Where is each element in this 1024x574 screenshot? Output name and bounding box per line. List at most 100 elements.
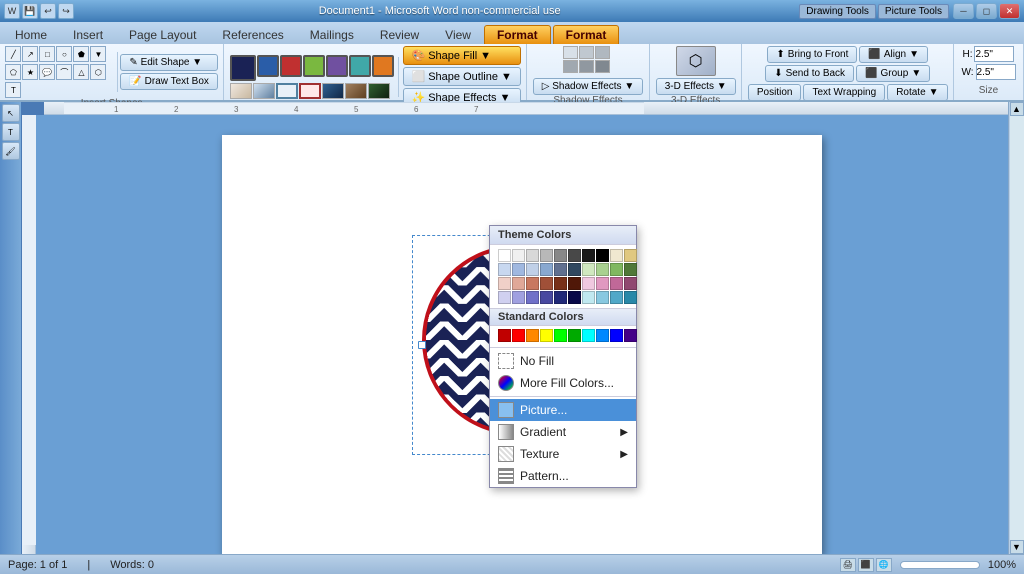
theme-color-cell[interactable] (554, 277, 567, 290)
theme-color-cell[interactable] (540, 249, 553, 262)
star-tool[interactable]: ★ (22, 64, 38, 80)
gradient-item[interactable]: Gradient ▶ (490, 421, 636, 443)
theme-color-cell[interactable] (540, 291, 553, 304)
quick-undo[interactable]: ↩ (40, 3, 56, 19)
close-button[interactable]: ✕ (999, 3, 1020, 19)
3d-effects-btn[interactable]: 3-D Effects ▼ (656, 78, 736, 95)
shadow-5[interactable] (595, 60, 610, 73)
scroll-up[interactable]: ▲ (1010, 102, 1024, 116)
theme-color-cell[interactable] (596, 249, 609, 262)
tab-view[interactable]: View (432, 25, 484, 44)
callout-tool[interactable]: 💬 (39, 64, 55, 80)
tool-text[interactable]: T (2, 123, 20, 141)
theme-color-cell[interactable] (568, 277, 581, 290)
view-full[interactable]: ⬛ (858, 558, 874, 572)
ellipse-tool[interactable]: ○ (56, 46, 72, 62)
theme-color-cell[interactable] (512, 277, 525, 290)
std-color-cell[interactable] (512, 329, 525, 342)
theme-color-cell[interactable] (624, 291, 637, 304)
tab-format-picture[interactable]: Format (553, 25, 620, 44)
theme-color-cell[interactable] (568, 249, 581, 262)
tab-review[interactable]: Review (367, 25, 432, 44)
style4[interactable] (299, 83, 321, 99)
std-color-cell[interactable] (554, 329, 567, 342)
theme-color-cell[interactable] (498, 249, 511, 262)
theme-color-cell[interactable] (610, 249, 623, 262)
3d-preview[interactable]: ⬡ (676, 46, 716, 76)
theme-color-cell[interactable] (512, 263, 525, 276)
shadow-3[interactable] (563, 60, 578, 73)
std-color-cell[interactable] (610, 329, 623, 342)
theme-color-cell[interactable] (624, 277, 637, 290)
theme-color-cell[interactable] (554, 263, 567, 276)
tab-home[interactable]: Home (2, 25, 60, 44)
std-color-cell[interactable] (540, 329, 553, 342)
std-color-cell[interactable] (498, 329, 511, 342)
std-color-cell[interactable] (624, 329, 637, 342)
tab-references[interactable]: References (209, 25, 296, 44)
swatch-red[interactable] (280, 55, 302, 77)
scrollbar-vertical[interactable]: ▲ ▼ (1008, 102, 1024, 554)
curve-tool[interactable]: ⌒ (56, 64, 72, 80)
theme-color-cell[interactable] (540, 277, 553, 290)
view-print[interactable]: 🖨 (840, 558, 856, 572)
custom-tool[interactable]: ⬡ (90, 64, 106, 80)
send-to-back-btn[interactable]: ⬇ Send to Back (765, 65, 854, 82)
shadow-1[interactable] (579, 46, 594, 59)
swatch-purple[interactable] (326, 55, 348, 77)
text-wrapping-btn[interactable]: Text Wrapping (803, 84, 885, 101)
shadow-effects-btn[interactable]: ▷ Shadow Effects ▼ (533, 78, 643, 95)
quick-redo[interactable]: ↪ (58, 3, 74, 19)
theme-color-cell[interactable] (498, 291, 511, 304)
draw-textbox-btn[interactable]: 📝 Draw Text Box (120, 73, 218, 90)
width-input[interactable] (976, 64, 1016, 80)
pattern-item[interactable]: Pattern... (490, 465, 636, 487)
group-btn[interactable]: ⬛ Group ▼ (856, 65, 930, 82)
theme-color-cell[interactable] (554, 291, 567, 304)
swatch-blue[interactable] (257, 55, 279, 77)
tab-format-drawing[interactable]: Format (484, 25, 551, 44)
swatch-lime[interactable] (303, 55, 325, 77)
style2[interactable] (253, 83, 275, 99)
quick-save[interactable]: 💾 (22, 3, 38, 19)
shadow-none[interactable] (563, 46, 578, 59)
std-color-cell[interactable] (526, 329, 539, 342)
scroll-down[interactable]: ▼ (1010, 540, 1024, 554)
theme-color-cell[interactable] (610, 277, 623, 290)
theme-color-cell[interactable] (568, 291, 581, 304)
align-btn[interactable]: ⬛ Align ▼ (859, 46, 928, 63)
swatch-teal[interactable] (349, 55, 371, 77)
shadow-4[interactable] (579, 60, 594, 73)
theme-color-cell[interactable] (568, 263, 581, 276)
tool-paint[interactable]: 🖌 (2, 142, 20, 160)
picture-item[interactable]: Picture... (490, 399, 636, 421)
handle-left[interactable] (418, 341, 426, 349)
style6[interactable] (345, 83, 367, 99)
theme-color-cell[interactable] (596, 291, 609, 304)
theme-color-cell[interactable] (498, 263, 511, 276)
text-tool[interactable]: T (5, 82, 21, 98)
edit-shape-btn[interactable]: ✎ Edit Shape ▼ (120, 54, 218, 71)
drawing-tools-tab[interactable]: Drawing Tools (799, 4, 876, 19)
shadow-2[interactable] (595, 46, 610, 59)
tab-mailings[interactable]: Mailings (297, 25, 367, 44)
arrow-tool[interactable]: ↗ (22, 46, 38, 62)
document-area[interactable]: Theme Colors Standard Colors No Fill (36, 115, 1008, 554)
tab-insert[interactable]: Insert (60, 25, 116, 44)
style7[interactable] (368, 83, 390, 99)
theme-color-cell[interactable] (610, 263, 623, 276)
more-shapes[interactable]: ▼ (90, 46, 106, 62)
zoom-slider[interactable] (900, 561, 980, 569)
shape-fill-button[interactable]: 🎨 Shape Fill ▼ (403, 46, 521, 65)
theme-color-cell[interactable] (596, 263, 609, 276)
triangle-tool[interactable]: △ (73, 64, 89, 80)
pentagon-tool[interactable]: ⬠ (5, 64, 21, 80)
theme-color-cell[interactable] (526, 277, 539, 290)
style3[interactable] (276, 83, 298, 99)
rotate-btn[interactable]: Rotate ▼ (887, 84, 947, 101)
theme-color-cell[interactable] (526, 263, 539, 276)
texture-item[interactable]: Texture ▶ (490, 443, 636, 465)
theme-color-cell[interactable] (554, 249, 567, 262)
std-color-cell[interactable] (582, 329, 595, 342)
theme-color-cell[interactable] (582, 263, 595, 276)
